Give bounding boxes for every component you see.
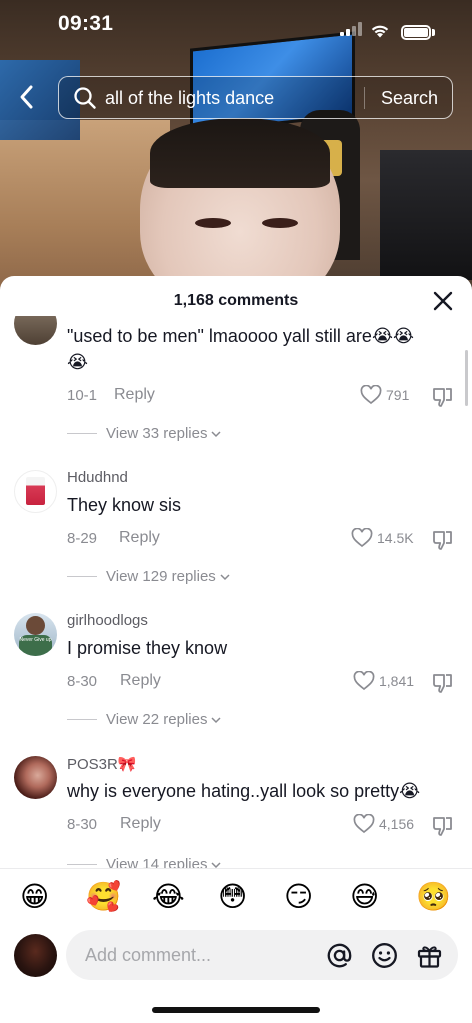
dislike-icon[interactable] bbox=[432, 672, 454, 694]
chevron-down-icon bbox=[211, 861, 221, 868]
reply-button[interactable]: Reply bbox=[120, 672, 161, 690]
like-button[interactable]: 791 bbox=[360, 385, 409, 405]
like-count: 1,841 bbox=[379, 673, 415, 689]
comment-date: 8-30 bbox=[67, 673, 98, 690]
avatar[interactable] bbox=[14, 316, 57, 345]
view-replies-line bbox=[67, 576, 97, 577]
battery-cap bbox=[432, 29, 435, 36]
comment-input[interactable]: Add comment... bbox=[66, 930, 458, 980]
chevron-down-icon bbox=[211, 430, 221, 437]
chevron-down-icon bbox=[211, 716, 221, 723]
comment-username[interactable]: girlhoodlogs bbox=[67, 612, 148, 629]
search-icon bbox=[74, 87, 96, 109]
emoji-quick-bar: 😁 🥰 😂 😳 😏 😅 🥺 bbox=[0, 868, 472, 926]
video-eye bbox=[195, 218, 231, 228]
crying-emoji: 😭 bbox=[67, 352, 89, 372]
view-replies-line bbox=[67, 433, 97, 434]
comment-text: They know sis bbox=[67, 495, 182, 515]
comment-text: I promise they know bbox=[67, 638, 228, 658]
close-icon[interactable] bbox=[432, 290, 454, 312]
search-bar[interactable]: all of the lights dance Search bbox=[58, 76, 453, 119]
view-replies-button[interactable]: View 22 replies bbox=[67, 711, 222, 728]
reply-button[interactable]: Reply bbox=[119, 529, 160, 547]
emoji-joy-button[interactable]: 😂 bbox=[152, 881, 185, 913]
view-replies-label: View 129 replies bbox=[106, 568, 216, 585]
search-input[interactable]: all of the lights dance bbox=[105, 88, 274, 109]
status-bar: 09:31 bbox=[0, 0, 472, 44]
status-time: 09:31 bbox=[58, 12, 114, 35]
heart-icon bbox=[353, 814, 375, 834]
home-indicator bbox=[152, 1007, 320, 1013]
comment-date: 8-30 bbox=[67, 816, 98, 833]
comment-username[interactable]: Hdudhnd bbox=[67, 469, 128, 486]
comment-text: "used to be men" lmaoooo yall still are😭… bbox=[67, 323, 457, 375]
like-count: 14.5K bbox=[377, 530, 414, 546]
emoji-smirk-button[interactable]: 😏 bbox=[284, 881, 313, 913]
emoji-grin-button[interactable]: 😁 bbox=[20, 881, 49, 913]
crying-emoji: 😭 bbox=[399, 781, 421, 801]
emoji-flushed-button[interactable]: 😳 bbox=[218, 881, 247, 913]
view-replies-line bbox=[67, 719, 97, 720]
view-replies-button[interactable]: View 14 replies bbox=[67, 856, 222, 868]
video-eye bbox=[262, 218, 298, 228]
video-table bbox=[380, 150, 472, 280]
comment-date: 10-1 bbox=[67, 387, 98, 404]
comments-count-title: 1,168 comments bbox=[173, 292, 299, 309]
comments-list[interactable]: "used to be men" lmaoooo yall still are😭… bbox=[0, 316, 472, 868]
crying-emoji: 😭 bbox=[371, 326, 393, 346]
avatar[interactable]: Never Give up bbox=[14, 613, 57, 656]
chevron-down-icon bbox=[220, 573, 230, 580]
comments-sheet: 1,168 comments "used to be men" lmaoooo … bbox=[0, 276, 472, 1023]
crying-emoji: 😭 bbox=[392, 326, 415, 346]
battery-icon bbox=[401, 25, 431, 40]
video-background[interactable] bbox=[0, 0, 472, 300]
mention-at-icon[interactable] bbox=[326, 942, 353, 969]
view-replies-button[interactable]: View 129 replies bbox=[67, 568, 231, 585]
like-button[interactable]: 1,841 bbox=[353, 671, 414, 691]
gift-icon[interactable] bbox=[416, 942, 443, 969]
dislike-icon[interactable] bbox=[432, 529, 454, 551]
reply-button[interactable]: Reply bbox=[114, 386, 155, 404]
like-button[interactable]: 4,156 bbox=[353, 814, 414, 834]
heart-icon bbox=[360, 385, 382, 405]
view-replies-button[interactable]: View 33 replies bbox=[67, 425, 222, 442]
reply-button[interactable]: Reply bbox=[120, 815, 161, 833]
like-count: 4,156 bbox=[379, 816, 415, 832]
like-button[interactable]: 14.5K bbox=[351, 528, 414, 548]
emoji-hearts-button[interactable]: 🥰 bbox=[86, 881, 121, 913]
dislike-icon[interactable] bbox=[432, 386, 454, 408]
comment-username[interactable]: POS3R🎀 bbox=[67, 755, 137, 773]
video-hair bbox=[150, 118, 330, 188]
dislike-icon[interactable] bbox=[432, 815, 454, 837]
emoji-picker-icon[interactable] bbox=[371, 942, 398, 969]
comment-date: 8-29 bbox=[67, 530, 98, 547]
back-button[interactable] bbox=[14, 82, 40, 112]
emoji-sweat-smile-button[interactable]: 😅 bbox=[350, 881, 379, 913]
search-button[interactable]: Search bbox=[381, 88, 438, 109]
like-count: 791 bbox=[386, 387, 410, 403]
avatar[interactable] bbox=[14, 756, 57, 799]
wifi-icon bbox=[371, 25, 389, 38]
view-replies-label: View 22 replies bbox=[106, 711, 208, 728]
heart-icon bbox=[353, 671, 375, 691]
comment-text: why is everyone hating..yall look so pre… bbox=[67, 778, 467, 804]
cellular-signal-icon bbox=[340, 22, 362, 36]
ribbon-emoji: 🎀 bbox=[117, 756, 137, 773]
view-replies-line bbox=[67, 864, 97, 865]
search-divider bbox=[364, 87, 365, 109]
emoji-pleading-button[interactable]: 🥺 bbox=[416, 881, 451, 913]
avatar[interactable] bbox=[14, 470, 57, 513]
view-replies-label: View 33 replies bbox=[106, 425, 208, 442]
heart-icon bbox=[351, 528, 373, 548]
comment-input-placeholder: Add comment... bbox=[85, 945, 212, 965]
view-replies-label: View 14 replies bbox=[106, 856, 208, 868]
avatar-caption: Never Give up bbox=[19, 637, 52, 643]
my-avatar[interactable] bbox=[14, 934, 57, 977]
